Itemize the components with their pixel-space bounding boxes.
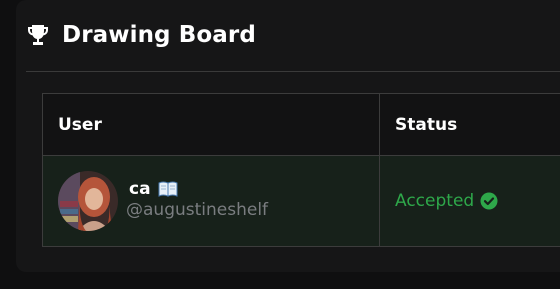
book-icon [158,181,178,197]
user-handle[interactable]: @augustineshelf [126,200,268,220]
column-header-status: Status [379,93,560,156]
trophy-icon [28,25,48,45]
header-divider [26,71,560,72]
user-name: ca [129,178,151,199]
column-header-user: User [42,93,380,156]
check-circle-icon [480,192,498,210]
table-row[interactable]: ca @augustineshelf Accepted [42,155,560,247]
table-header-row: User Status [42,93,560,156]
users-table: User Status ca @augustineshelf Accepted [42,93,560,247]
page-title: Drawing Board [62,22,256,48]
user-cell: ca @augustineshelf [42,155,380,247]
status-badge: Accepted [395,191,475,211]
status-cell: Accepted [379,155,560,247]
panel-header: Drawing Board [26,18,256,52]
avatar[interactable] [58,171,118,231]
